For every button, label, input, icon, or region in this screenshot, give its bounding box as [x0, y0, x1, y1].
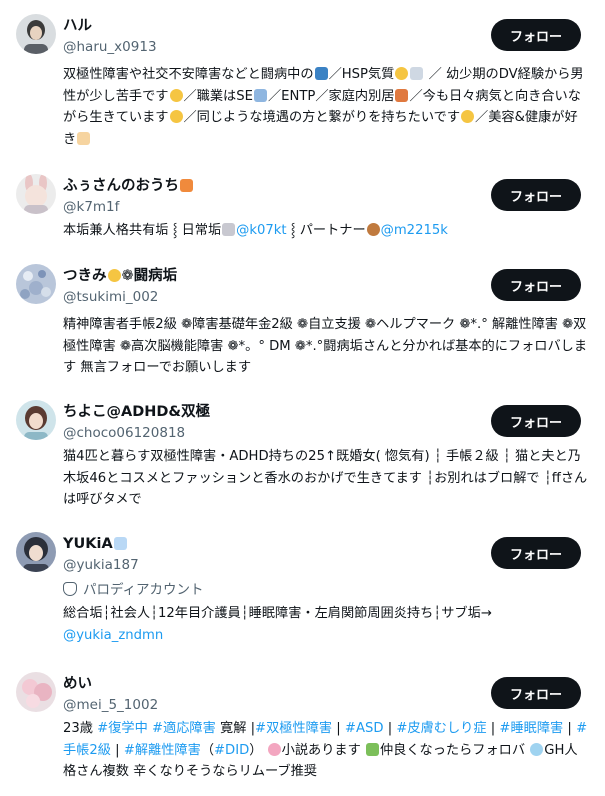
display-name[interactable]: つきみ ❁闘病垢 [63, 267, 177, 285]
fog-emoji-icon [410, 67, 424, 80]
avatar[interactable] [16, 174, 56, 214]
display-name[interactable]: めい [63, 675, 92, 693]
person-standing-emoji-icon [395, 88, 409, 102]
user-bio: 精神障害者手帳2級 ❁障害基礎年金2級 ❁自立支援 ❁ヘルプマーク ❁*.° 解… [63, 317, 588, 375]
user-handle[interactable]: @choco06120818 [63, 424, 185, 442]
follow-button[interactable]: フォロー [491, 19, 581, 51]
display-name[interactable]: ふぅさんのおうち [63, 177, 194, 195]
hashtag-link[interactable]: #ASD [345, 721, 384, 736]
avatar[interactable] [16, 532, 56, 572]
hashtag-link[interactable]: #皮膚むしり症 [396, 721, 486, 736]
parody-label: パロディアカウント [63, 581, 204, 599]
user-handle[interactable]: @k7m1f [63, 198, 119, 216]
hashtag-link[interactable]: #睡眠障害 [499, 721, 563, 736]
hashtag-link[interactable]: #双極性障害 [255, 721, 332, 736]
follow-button[interactable]: フォロー [491, 537, 581, 569]
user-bio: 総合垢┆社会人┆12年目介護員┆睡眠障害・左肩関節周囲炎持ち┆サブ垢→ @yuki… [63, 606, 492, 643]
user-list: ハル @haru_x0913 フォロー 双極性障害や社交不安障害などと闘病中の／… [0, 0, 605, 796]
display-name[interactable]: YUKiA [63, 535, 128, 553]
follow-button[interactable]: フォロー [491, 269, 581, 301]
user-handle[interactable]: @haru_x0913 [63, 38, 157, 56]
follow-button[interactable]: フォロー [491, 179, 581, 211]
technologist-emoji-icon [253, 88, 267, 102]
mention-link[interactable]: @k07kt [236, 223, 286, 238]
hashtag-link[interactable]: #DID [214, 743, 249, 758]
follow-button[interactable]: フォロー [491, 405, 581, 437]
user-bio: 猫4匹と暮らす双極性障害・ADHD持ちの25↑既婚女( 惚気有) ┆ 手帳２級 … [63, 449, 588, 507]
avatar[interactable] [16, 400, 56, 440]
rabbit-emoji-icon [222, 223, 236, 236]
bouquet-emoji-icon [180, 179, 193, 192]
user-handle[interactable]: @mei_5_1002 [63, 696, 158, 714]
user-card[interactable]: つきみ ❁闘病垢 @tsukimi_002 フォロー 精神障害者手帳2級 ❁障害基… [0, 264, 605, 384]
heart-hands-emoji-icon [77, 131, 91, 145]
hashtag-link[interactable]: #適応障害 [152, 721, 216, 736]
mask-icon [63, 582, 77, 596]
hashtag-link[interactable]: #復学中 [97, 721, 148, 736]
display-name[interactable]: ハル [63, 17, 92, 35]
moon-emoji-icon [169, 110, 183, 123]
user-card[interactable]: ハル @haru_x0913 フォロー 双極性障害や社交不安障害などと闘病中の／… [0, 14, 605, 164]
hashtag-link[interactable]: #解離性障害 [124, 743, 201, 758]
hugging-face-emoji-icon [461, 110, 475, 123]
mention-link[interactable]: @yukia_zndmn [63, 628, 163, 643]
user-card[interactable]: YUKiA @yukia187 フォロー パロディアカウント 総合垢┆社会人┆1… [0, 532, 605, 652]
user-card[interactable]: ちよこ@ADHD&双極 @choco06120818 フォロー 猫4匹と暮らす双… [0, 400, 605, 520]
cherry-blossom-emoji-icon [267, 742, 281, 756]
follow-button[interactable]: フォロー [491, 677, 581, 709]
bubbles-emoji-icon [530, 742, 544, 756]
herb-emoji-icon [365, 742, 379, 756]
user-bio: 双極性障害や社交不安障害などと闘病中の ／HSP気質 ／ 幼少期のDV経験から男性… [63, 67, 584, 147]
display-name[interactable]: ちよこ@ADHD&双極 [63, 403, 210, 421]
up-arrow-emoji-icon [314, 67, 328, 80]
crescent-moon-emoji-icon [107, 269, 121, 282]
face-emoji-icon [395, 67, 409, 80]
syringe-emoji-icon [113, 537, 127, 550]
avatar[interactable] [16, 672, 56, 712]
user-bio: 本垢兼人格共有垢 ⸾ 日常垢 @k07kt ⸾ パートナー @m2215k [63, 223, 448, 238]
user-card[interactable]: めい @mei_5_1002 フォロー 23歳 #復学中 #適応障害 寛解 |#… [0, 672, 605, 796]
avatar[interactable] [16, 14, 56, 54]
sad-face-emoji-icon [169, 88, 183, 102]
avatar[interactable] [16, 264, 56, 304]
user-handle[interactable]: @tsukimi_002 [63, 288, 158, 306]
user-card[interactable]: ふぅさんのおうち @k7m1f フォロー 本垢兼人格共有垢 ⸾ 日常垢 @k07k… [0, 174, 605, 244]
user-handle[interactable]: @yukia187 [63, 556, 139, 574]
user-bio: 23歳 #復学中 #適応障害 寛解 |#双極性障害 | #ASD | #皮膚むし… [63, 721, 588, 779]
mention-link[interactable]: @m2215k [381, 223, 448, 238]
dog-face-emoji-icon [366, 223, 380, 236]
